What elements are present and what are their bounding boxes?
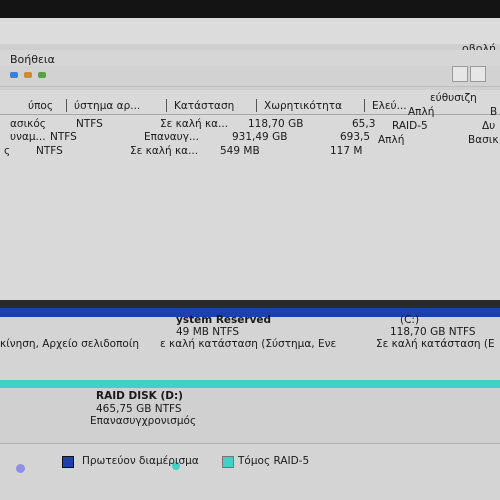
cell-status[interactable]: Σε καλή κα... bbox=[160, 118, 228, 130]
header-filesystem[interactable]: ύστημα αρ... bbox=[74, 100, 140, 112]
back-icon[interactable] bbox=[10, 72, 18, 78]
cell-status[interactable]: Επαναυγ... bbox=[144, 131, 199, 143]
cell-disk-type[interactable]: Δυ bbox=[482, 120, 495, 132]
header-separator[interactable] bbox=[364, 99, 365, 112]
cell-free[interactable]: 65,3 bbox=[352, 118, 375, 130]
legend-primary-swatch bbox=[62, 456, 74, 468]
screen-bezel bbox=[0, 0, 500, 18]
header-fault-tolerance[interactable]: εύθυσιζη bbox=[430, 92, 477, 104]
cell-status[interactable]: Σε καλή κα... bbox=[130, 145, 198, 157]
cell-capacity[interactable]: 118,70 GB bbox=[248, 118, 303, 130]
cell-disk-type[interactable]: Βασικ bbox=[468, 134, 499, 146]
menu-help[interactable]: Βοήθεια bbox=[10, 53, 55, 66]
header-separator[interactable] bbox=[256, 99, 257, 112]
title-bar bbox=[0, 18, 500, 44]
header-capacity[interactable]: Χωρητικότητα bbox=[264, 100, 342, 112]
cell-layout[interactable]: Απλή bbox=[408, 106, 434, 118]
cell-layout[interactable]: Απλή bbox=[378, 134, 404, 146]
properties-icon[interactable] bbox=[38, 72, 46, 78]
header-type[interactable]: ύπος bbox=[28, 100, 53, 112]
raid5-volume-band bbox=[0, 380, 500, 388]
legend-raid5-swatch bbox=[222, 456, 234, 468]
raid-disk-row[interactable] bbox=[0, 388, 500, 444]
pane-splitter[interactable] bbox=[0, 300, 500, 308]
legend-primary-label: Πρωτεύον διαμέρισμα bbox=[82, 455, 199, 467]
cell-disk-type[interactable]: Β bbox=[490, 106, 497, 118]
reflection-dot bbox=[16, 464, 25, 473]
cell-filesystem[interactable]: NTFS bbox=[76, 118, 103, 130]
cell-filesystem[interactable]: NTFS bbox=[50, 131, 77, 143]
header-separator[interactable] bbox=[66, 99, 67, 112]
cell-type[interactable]: ασικός bbox=[10, 118, 46, 130]
cell-capacity[interactable]: 931,49 GB bbox=[232, 131, 287, 143]
cell-filesystem[interactable]: NTFS bbox=[36, 145, 63, 157]
toolbar-button-2[interactable] bbox=[470, 66, 486, 82]
c-drive-size[interactable]: 118,70 GB NTFS bbox=[390, 326, 476, 338]
toolbar-button-1[interactable] bbox=[452, 66, 468, 82]
header-status[interactable]: Κατάσταση bbox=[174, 100, 234, 112]
toolbar bbox=[0, 66, 500, 87]
system-reserved-name[interactable]: ystem Reserved bbox=[176, 314, 271, 326]
c-drive-status[interactable]: Σε καλή κατάσταση (Ε bbox=[376, 338, 495, 350]
system-reserved-status[interactable]: ε καλή κατάσταση (Σύστημα, Ενε bbox=[160, 338, 336, 350]
cell-capacity[interactable]: 549 MB bbox=[220, 145, 260, 157]
cell-type[interactable]: υναμ... bbox=[10, 131, 46, 143]
header-free[interactable]: Ελεύ... bbox=[372, 100, 407, 112]
forward-icon[interactable] bbox=[24, 72, 32, 78]
raid-volume-name[interactable]: RAID DISK (D:) bbox=[96, 390, 183, 402]
cell-free[interactable]: 117 M bbox=[330, 145, 362, 157]
header-separator[interactable] bbox=[166, 99, 167, 112]
system-reserved-size[interactable]: 49 MB NTFS bbox=[176, 326, 239, 338]
raid-volume-status[interactable]: Επανασυγχρονισμός bbox=[90, 415, 196, 427]
cell-free[interactable]: 693,5 bbox=[340, 131, 370, 143]
partition-status-fragment[interactable]: κίνηση, Αρχείο σελιδοποίη bbox=[0, 338, 139, 350]
c-drive-name[interactable]: (C:) bbox=[400, 314, 419, 326]
cell-layout[interactable]: RAID-5 bbox=[392, 120, 428, 132]
cell-type[interactable]: ς bbox=[4, 145, 10, 157]
legend-raid5-label: Τόμος RAID-5 bbox=[238, 455, 310, 467]
raid-volume-size[interactable]: 465,75 GB NTFS bbox=[96, 403, 182, 415]
